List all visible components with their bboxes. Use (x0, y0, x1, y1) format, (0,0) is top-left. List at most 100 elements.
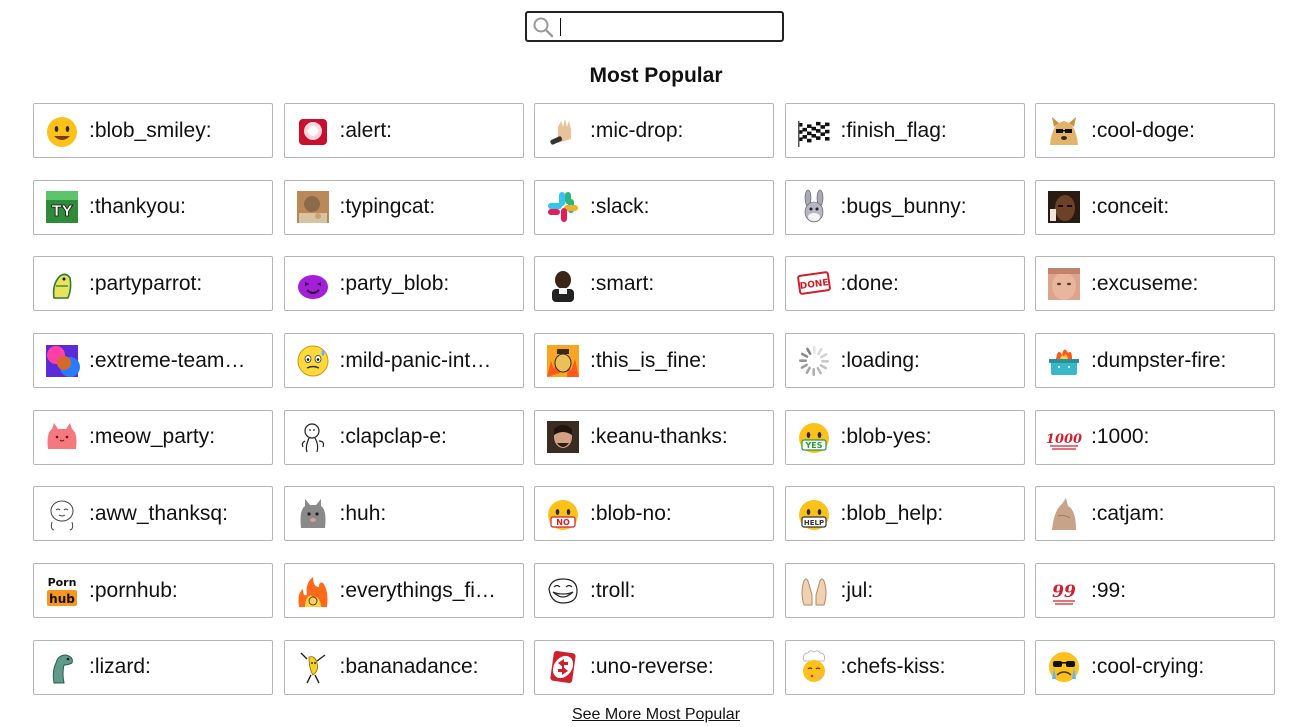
loading-spinner-icon (796, 343, 832, 379)
emoji-tile[interactable]: TY :thankyou: (33, 179, 273, 235)
emoji-tile[interactable]: DONE:done: (784, 256, 1025, 312)
partyparrot-icon (44, 266, 80, 302)
cool-doge-icon (1046, 113, 1082, 149)
svg-text:TY: TY (51, 202, 73, 220)
svg-text:YES: YES (804, 441, 822, 450)
blob-help-icon: HELP (796, 496, 832, 532)
emoji-tile[interactable]: :uno-reverse: (534, 639, 774, 695)
emoji-tile[interactable]: 99 :99: (1035, 563, 1275, 619)
keanu-thanks-icon (545, 419, 581, 455)
svg-text:hub: hub (49, 592, 75, 606)
emoji-name: :extreme-team… (89, 348, 246, 372)
mild-panic-icon (295, 343, 331, 379)
troll-face-icon (545, 573, 581, 609)
finish-flag-icon (796, 113, 832, 149)
emoji-name: :troll: (590, 578, 636, 602)
emoji-name: :blob-yes: (840, 425, 932, 449)
svg-text:HELP: HELP (803, 519, 823, 527)
uno-reverse-icon (545, 649, 581, 685)
emoji-name: :blob_help: (840, 501, 944, 525)
emoji-name: :aww_thanksq: (89, 501, 228, 525)
emoji-grid: :blob_smiley::alert: :mic-drop: :finish_fl… (33, 103, 1275, 695)
emoji-tile[interactable]: :cool-doge: (1035, 103, 1275, 158)
emoji-name: :everythings_fi… (339, 578, 496, 602)
emoji-name: :chefs-kiss: (840, 655, 946, 679)
emoji-tile[interactable]: :everythings_fi… (283, 563, 524, 619)
typingcat-icon (295, 189, 331, 225)
emoji-name: :loading: (840, 348, 920, 372)
chefs-kiss-icon (796, 649, 832, 685)
emoji-tile[interactable]: :huh: (283, 486, 524, 542)
bananadance-icon (295, 649, 331, 685)
emoji-tile[interactable]: :this_is_fine: (534, 333, 774, 389)
huh-cat-icon (295, 496, 331, 532)
lizard-icon (44, 649, 80, 685)
pornhub-logo-icon: Porn hub (44, 573, 80, 609)
party-blob-icon (295, 266, 331, 302)
emoji-name: :mic-drop: (590, 118, 684, 142)
blob-yes-icon: YES (796, 419, 832, 455)
search-box[interactable] (525, 11, 784, 42)
page: Most Popular :blob_smiley::alert: :mic-dr… (0, 0, 1305, 727)
see-more-link[interactable]: See More Most Popular (0, 706, 1305, 724)
emoji-tile[interactable]: :aww_thanksq: (33, 486, 273, 542)
emoji-tile[interactable]: :keanu-thanks: (534, 409, 774, 465)
emoji-tile[interactable]: :extreme-team… (33, 333, 273, 389)
emoji-name: :jul: (840, 578, 874, 602)
emoji-tile[interactable]: :mild-panic-int… (283, 333, 524, 389)
excuseme-icon (1046, 266, 1082, 302)
emoji-tile[interactable]: :blob_smiley: (33, 103, 273, 158)
svg-text:1000: 1000 (1046, 432, 1082, 447)
mic-drop-icon (545, 113, 581, 149)
emoji-tile[interactable]: :party_blob: (283, 256, 524, 312)
emoji-tile[interactable]: :mic-drop: (534, 103, 774, 158)
emoji-tile[interactable]: :cool-crying: (1035, 639, 1275, 695)
emoji-tile[interactable]: :meow_party: (33, 409, 273, 465)
emoji-name: :pornhub: (89, 578, 178, 602)
emoji-tile[interactable]: Porn hub :pornhub: (33, 563, 273, 619)
conceit-icon (1046, 189, 1082, 225)
emoji-tile[interactable]: :troll: (534, 563, 774, 619)
1000-icon: 1000 (1046, 419, 1082, 455)
emoji-name: :meow_party: (89, 425, 216, 449)
emoji-tile[interactable]: :dumpster-fire: (1035, 333, 1275, 389)
emoji-tile[interactable]: :bugs_bunny: (784, 179, 1025, 235)
emoji-name: :99: (1091, 578, 1127, 602)
emoji-name: :thankyou: (89, 195, 186, 219)
emoji-name: :partyparrot: (89, 271, 203, 295)
emoji-name: :catjam: (1091, 501, 1165, 525)
emoji-tile[interactable]: :jul: (784, 563, 1025, 619)
emoji-tile[interactable]: :finish_flag: (784, 103, 1025, 158)
emoji-name: :conceit: (1091, 195, 1170, 219)
emoji-tile[interactable]: :catjam: (1035, 486, 1275, 542)
emoji-name: :keanu-thanks: (590, 425, 728, 449)
emoji-tile[interactable]: :partyparrot: (33, 256, 273, 312)
emoji-name: :dumpster-fire: (1091, 348, 1227, 372)
svg-text:99: 99 (1052, 582, 1076, 602)
search-input[interactable] (557, 15, 777, 39)
emoji-tile[interactable]: :chefs-kiss: (784, 639, 1025, 695)
emoji-name: :excuseme: (1091, 271, 1199, 295)
blob-smiley-icon (44, 113, 80, 149)
emoji-tile[interactable]: :alert: (283, 103, 524, 158)
emoji-name: :bananadance: (339, 655, 479, 679)
emoji-tile[interactable]: 1000:1000: (1035, 409, 1275, 465)
this-is-fine-icon (545, 343, 581, 379)
emoji-tile[interactable]: :loading: (784, 333, 1025, 389)
emoji-tile[interactable]: :conceit: (1035, 179, 1275, 235)
emoji-name: :cool-doge: (1091, 118, 1195, 142)
search-icon (532, 16, 554, 38)
emoji-tile[interactable]: :clapclap-e: (283, 409, 524, 465)
section-title: Most Popular (589, 64, 723, 87)
emoji-tile[interactable]: HELP :blob_help: (784, 486, 1025, 542)
emoji-tile[interactable]: YES :blob-yes: (784, 409, 1025, 465)
emoji-tile[interactable]: :excuseme: (1035, 256, 1275, 312)
emoji-tile[interactable]: :typingcat: (283, 179, 524, 235)
emoji-tile[interactable]: :lizard: (33, 639, 273, 695)
emoji-tile[interactable]: :bananadance: (283, 639, 524, 695)
emoji-tile[interactable]: :slack: (534, 179, 774, 235)
emoji-tile[interactable]: :smart: (534, 256, 774, 312)
emoji-name: :mild-panic-int… (339, 348, 492, 372)
emoji-tile[interactable]: NO:blob-no: (534, 486, 774, 542)
svg-text:Porn: Porn (48, 576, 77, 589)
